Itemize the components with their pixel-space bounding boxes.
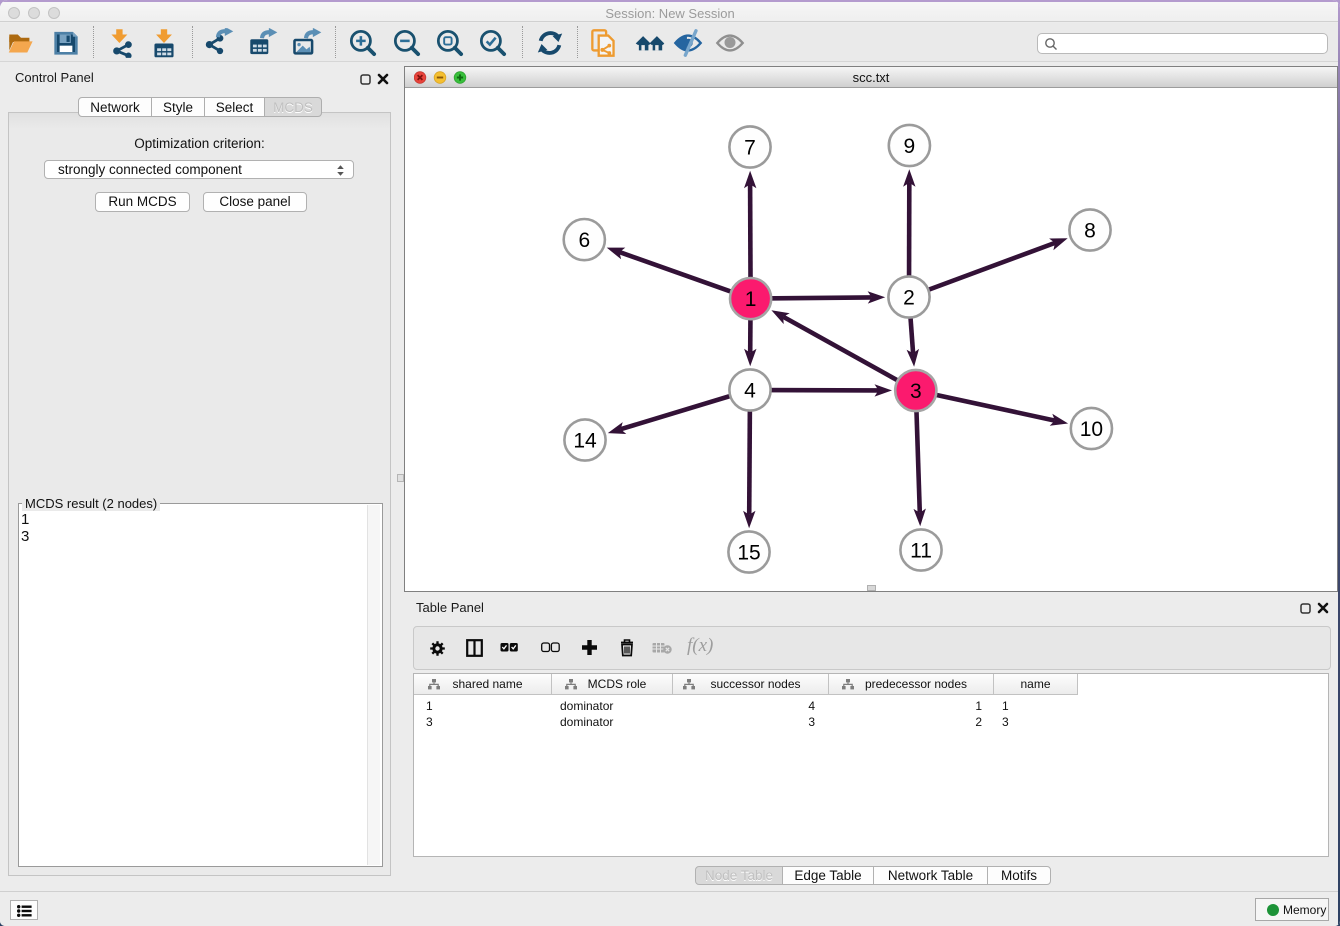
svg-text:11: 11 <box>910 539 932 562</box>
svg-text:15: 15 <box>737 541 760 564</box>
svg-text:10: 10 <box>1080 418 1103 441</box>
svg-text:7: 7 <box>744 136 756 159</box>
svg-text:8: 8 <box>1084 219 1096 242</box>
svg-text:4: 4 <box>744 379 756 402</box>
svg-text:6: 6 <box>578 229 590 252</box>
svg-text:3: 3 <box>910 380 922 403</box>
svg-text:1: 1 <box>745 288 757 311</box>
svg-text:14: 14 <box>573 429 597 452</box>
svg-text:2: 2 <box>903 286 915 309</box>
svg-text:9: 9 <box>904 135 916 158</box>
